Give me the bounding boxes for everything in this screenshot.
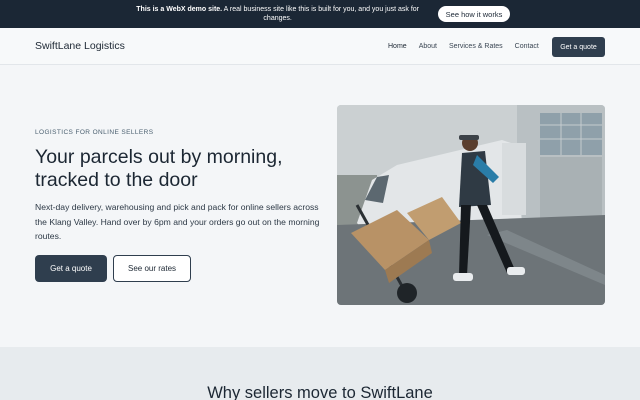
see-how-it-works-button[interactable]: See how it works	[437, 6, 511, 22]
nav-contact[interactable]: Contact	[515, 43, 539, 50]
nav-home[interactable]: Home	[388, 43, 407, 50]
announcement-bold: This is a WebX demo site.	[136, 6, 223, 13]
brand-logo-text[interactable]: SwiftLane Logistics	[35, 40, 125, 52]
hero-headline: Your parcels out by morning, tracked to …	[35, 146, 283, 191]
why-sellers-section: Why sellers move to SwiftLane	[0, 347, 640, 400]
nav-about[interactable]: About	[419, 43, 437, 50]
announcement-text: This is a WebX demo site. A real busines…	[130, 5, 426, 23]
see-our-rates-button[interactable]: See our rates	[113, 255, 191, 282]
section-title: Why sellers move to SwiftLane	[207, 384, 433, 400]
hero-get-quote-button[interactable]: Get a quote	[35, 255, 107, 282]
site-header: SwiftLane Logistics Home About Services …	[0, 28, 640, 65]
header-get-quote-button[interactable]: Get a quote	[552, 37, 605, 57]
announcement-bar: This is a WebX demo site. A real busines…	[0, 0, 640, 28]
announcement-body: A real business site like this is built …	[222, 6, 419, 22]
nav-services-rates[interactable]: Services & Rates	[449, 43, 503, 50]
hero-subcopy: Next-day delivery, warehousing and pick …	[35, 202, 320, 241]
main-nav: Home About Services & Rates Contact	[388, 43, 551, 50]
hero-photo-courier-with-parcels	[337, 105, 605, 305]
hero-eyebrow: LOGISTICS FOR ONLINE SELLERS	[35, 129, 154, 136]
